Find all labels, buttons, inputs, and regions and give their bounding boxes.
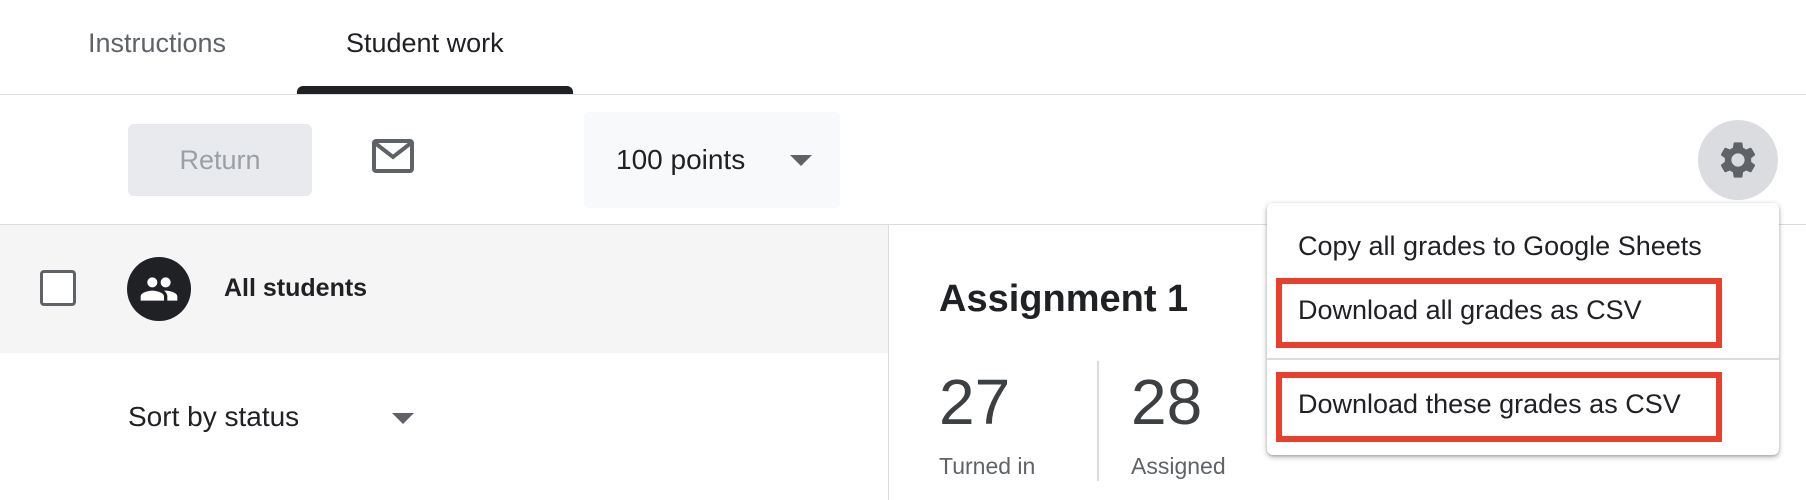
menu-divider: [1267, 358, 1779, 360]
points-value: 100 points: [616, 144, 746, 175]
assignment-title: Assignment 1: [939, 278, 1189, 320]
stat-divider: [1097, 361, 1099, 481]
tab-bar: Instructions Student work: [0, 0, 1806, 95]
tab-instructions[interactable]: Instructions: [88, 28, 226, 59]
assigned-label: Assigned: [1131, 453, 1226, 479]
turned-in-label: Turned in: [939, 453, 1036, 479]
points-select[interactable]: 100 points: [584, 112, 840, 208]
all-students-row[interactable]: All students: [0, 225, 888, 353]
active-tab-indicator: [297, 86, 573, 94]
menu-item-copy-to-sheets[interactable]: Copy all grades to Google Sheets: [1267, 231, 1779, 271]
select-all-checkbox[interactable]: [40, 270, 76, 306]
turned-in-count[interactable]: 27: [939, 365, 1010, 439]
menu-item-label: Copy all grades to Google Sheets: [1298, 231, 1702, 261]
sort-select[interactable]: Sort by status: [128, 401, 299, 433]
tab-student-work[interactable]: Student work: [346, 28, 504, 59]
all-students-label: All students: [224, 274, 368, 302]
caret-down-icon: [790, 155, 812, 166]
highlight-box: [1276, 372, 1722, 442]
group-icon: [127, 257, 191, 321]
assigned-count[interactable]: 28: [1131, 365, 1202, 439]
return-button[interactable]: Return: [128, 124, 312, 196]
gear-icon[interactable]: [1698, 120, 1778, 200]
student-list-panel: All students Sort by status: [0, 225, 888, 500]
highlight-box: [1276, 278, 1722, 348]
caret-down-icon[interactable]: [392, 413, 414, 424]
mail-icon[interactable]: [371, 138, 415, 174]
